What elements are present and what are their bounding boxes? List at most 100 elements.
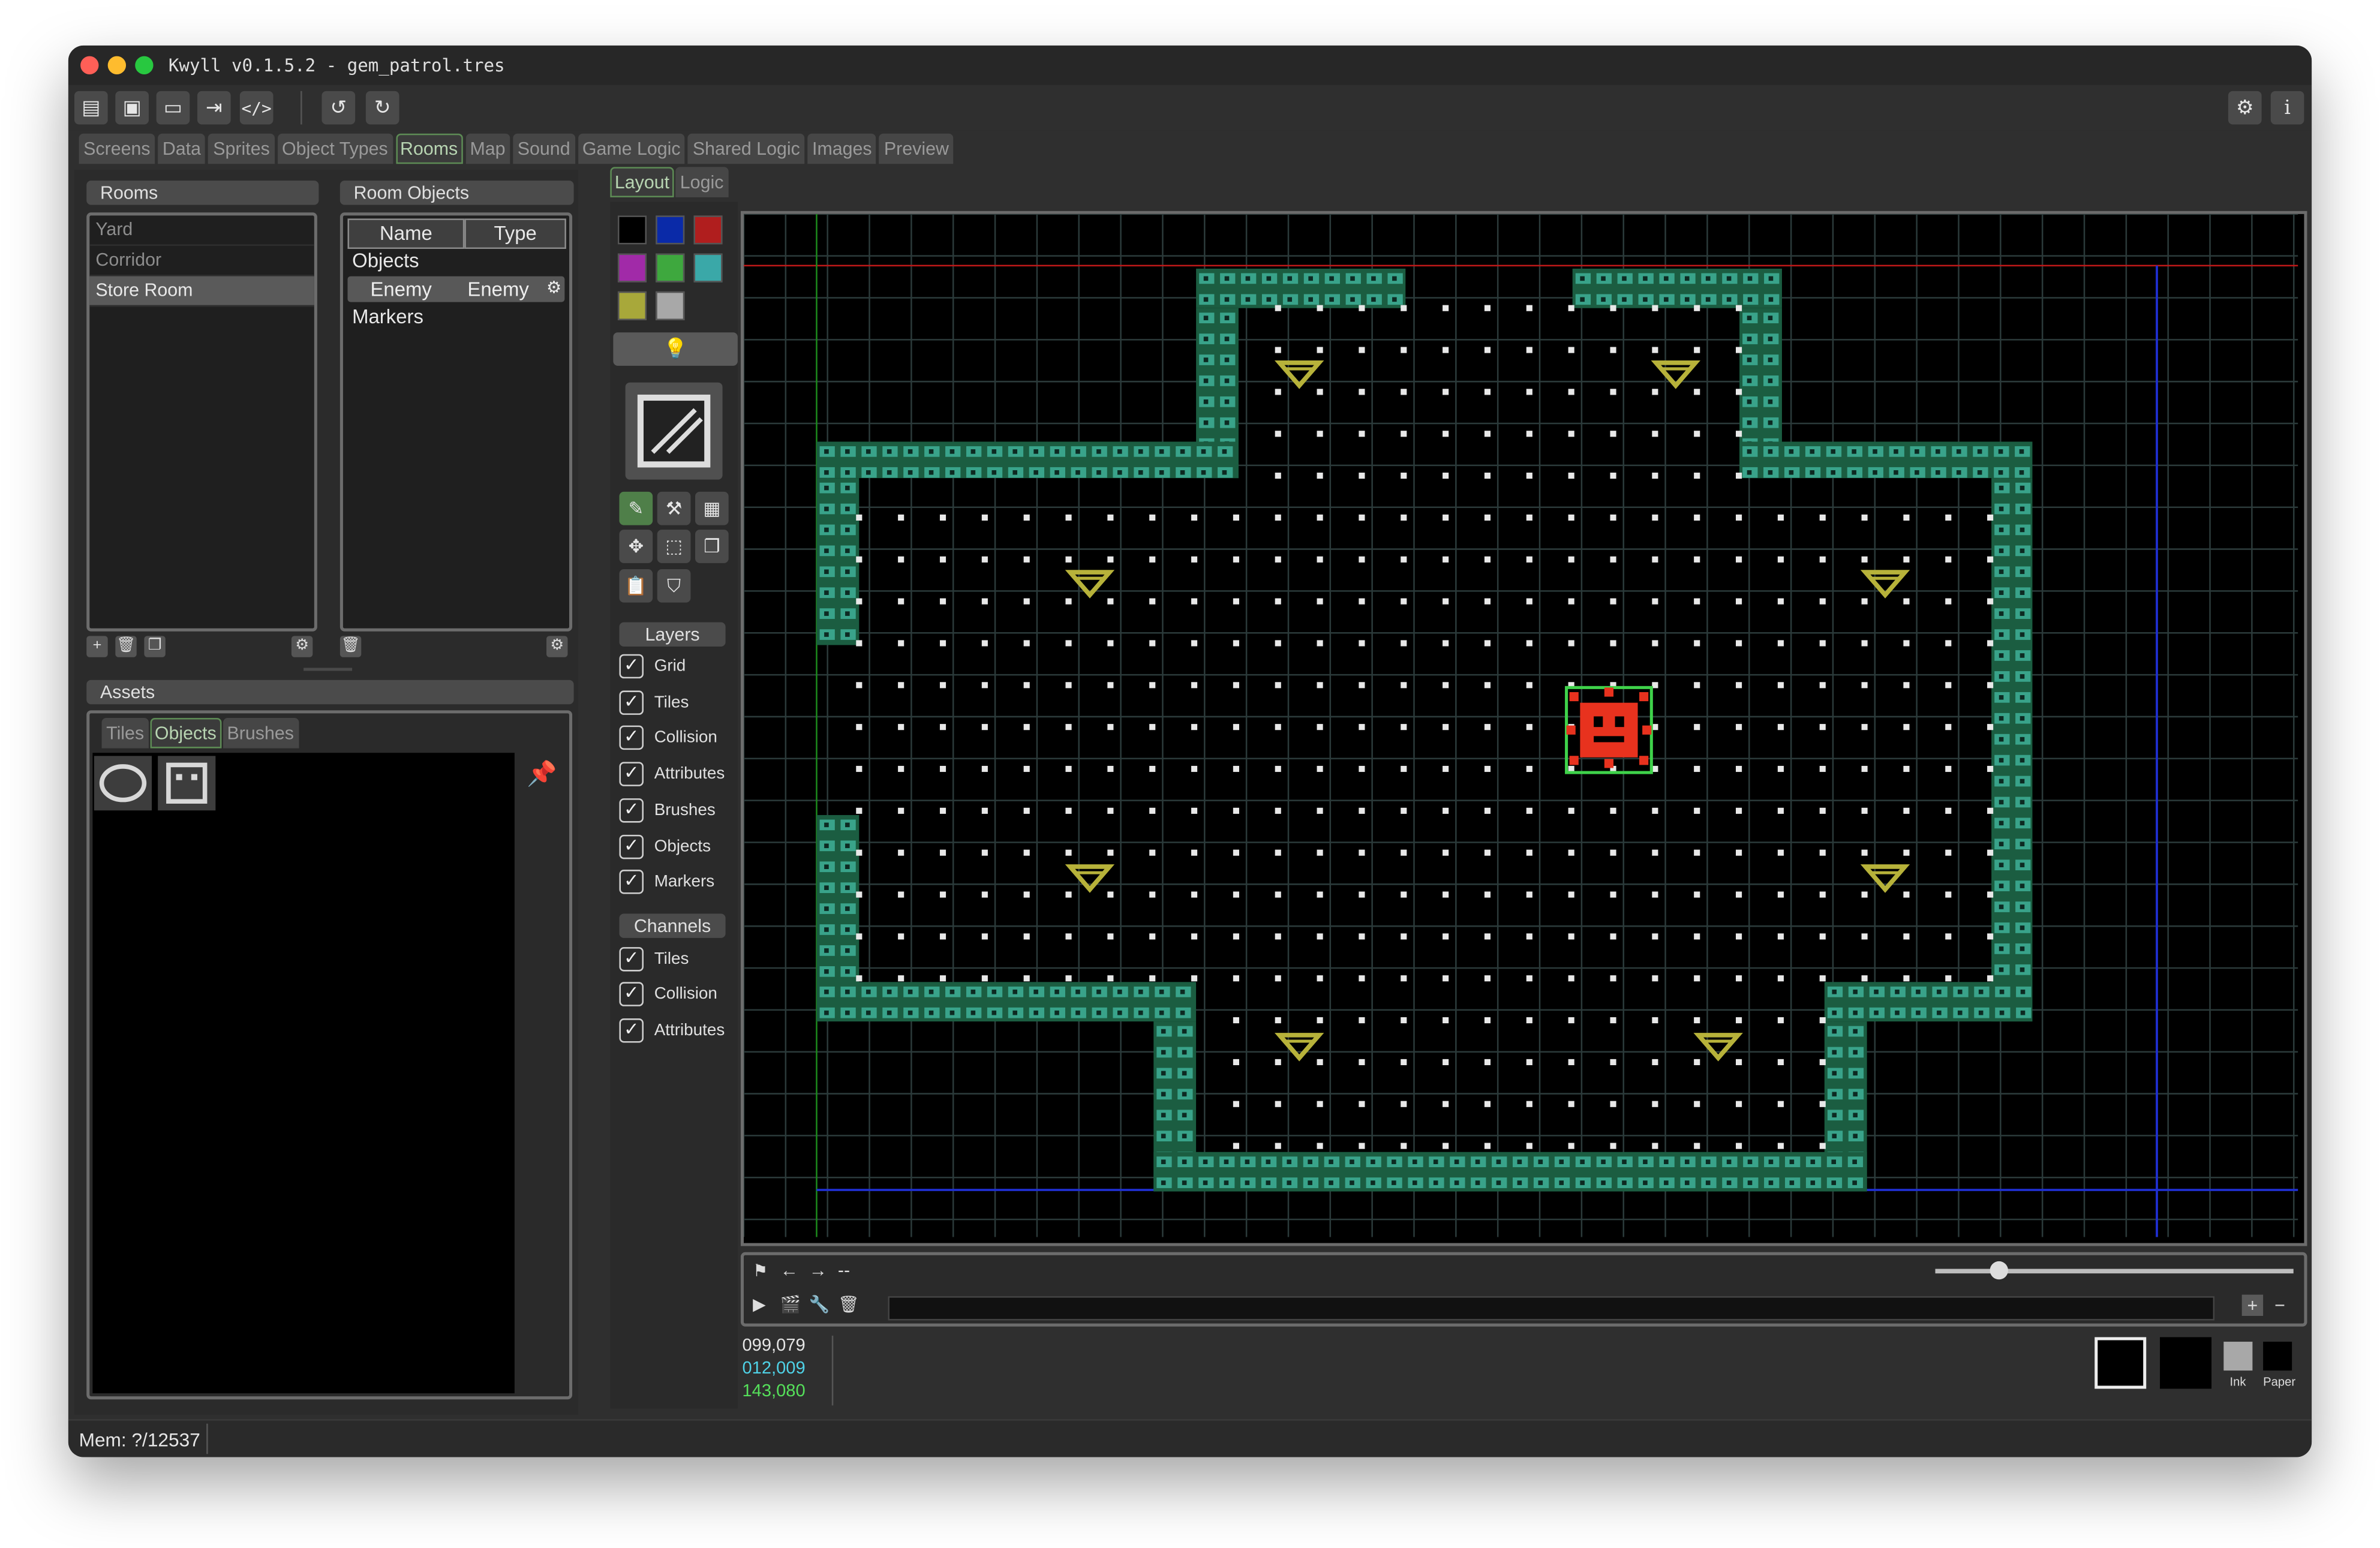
tab-screens[interactable]: Screens (79, 133, 155, 164)
minimize-window-button[interactable] (107, 56, 127, 74)
assets-tab-tiles[interactable]: Tiles (101, 717, 149, 749)
tile-brush-icon[interactable]: ▦ (695, 491, 729, 525)
play-icon[interactable]: ▶ (753, 1295, 765, 1314)
layer-brushes-checkbox[interactable]: ✓ (619, 798, 644, 823)
wall-brick-dot (1012, 470, 1018, 475)
channel-tiles-checkbox[interactable]: ✓ (619, 947, 644, 972)
layer-grid-checkbox[interactable]: ✓ (619, 654, 644, 679)
code-icon[interactable]: </> (239, 91, 274, 125)
timeline-track[interactable] (888, 1296, 2215, 1321)
room-item-store-room[interactable]: Store Room (89, 276, 314, 307)
column-name[interactable]: Name (347, 218, 465, 250)
room-item-yard[interactable]: Yard (89, 215, 314, 246)
wrench-icon[interactable]: 🔧 (809, 1295, 830, 1314)
gear-icon[interactable]: ⚙ (546, 278, 561, 297)
undo-icon[interactable]: ↺ (321, 91, 356, 125)
column-type[interactable]: Type (464, 218, 566, 250)
layer-markers-checkbox[interactable]: ✓ (619, 870, 644, 894)
tab-preview[interactable]: Preview (879, 133, 954, 164)
maximize-window-button[interactable] (135, 56, 154, 74)
tab-sprites[interactable]: Sprites (208, 133, 275, 164)
pencil-tool-icon[interactable]: ✎ (619, 491, 653, 525)
redo-icon[interactable]: ↻ (365, 91, 399, 125)
tab-rooms[interactable]: Rooms (395, 133, 462, 164)
trash-icon[interactable]: 🗑 (838, 1295, 859, 1314)
flag-icon[interactable]: ⚑ (753, 1261, 768, 1281)
group-markers[interactable]: Markers (352, 305, 423, 328)
current-tile-preview[interactable] (625, 382, 723, 480)
stamp-tool-icon[interactable]: ⛉ (657, 569, 691, 603)
paste-tool-icon[interactable]: 📋 (619, 569, 653, 603)
wall-brick-dot (1684, 1159, 1690, 1164)
close-window-button[interactable] (80, 56, 99, 74)
floor-dot (1401, 975, 1407, 982)
paper-color-swatch[interactable] (2263, 1342, 2292, 1371)
object-settings-button[interactable]: ⚙ (546, 636, 568, 657)
new-file-icon[interactable]: ▤ (74, 91, 108, 125)
enemy-object[interactable] (1580, 702, 1638, 758)
tab-logic[interactable]: Logic (675, 167, 728, 197)
color-swatch-red[interactable] (693, 215, 723, 245)
object-row-enemy[interactable]: Enemy Enemy ⚙ (347, 276, 565, 302)
tab-shared-logic[interactable]: Shared Logic (688, 133, 805, 164)
color-swatch-green[interactable] (656, 253, 685, 282)
gem-object[interactable] (1693, 1033, 1743, 1062)
room-item-corridor[interactable]: Corridor (89, 246, 314, 276)
tab-data[interactable]: Data (158, 133, 206, 164)
color-swatch-black[interactable] (617, 215, 647, 245)
tab-sound[interactable]: Sound (513, 133, 575, 164)
assets-tab-objects[interactable]: Objects (150, 717, 221, 749)
floor-dot (1568, 1017, 1574, 1024)
room-settings-button[interactable]: ⚙ (291, 636, 313, 657)
paint-roller-icon[interactable]: ⚒ (657, 491, 691, 525)
color-swatch-magenta[interactable] (617, 253, 647, 282)
gem-object[interactable] (1860, 864, 1910, 893)
tab-object-types[interactable]: Object Types (277, 133, 393, 164)
zoom-slider[interactable] (1935, 1269, 2294, 1274)
info-icon[interactable]: i (2270, 91, 2304, 125)
channel-collision-checkbox[interactable]: ✓ (619, 982, 644, 1006)
color-swatch-yellow[interactable] (617, 291, 647, 320)
gem-object[interactable] (1274, 1033, 1324, 1062)
move-tool-icon[interactable]: ✥ (619, 530, 653, 563)
duplicate-room-button[interactable]: ❐ (144, 636, 166, 657)
color-swatch-blue[interactable] (656, 215, 685, 245)
tab-game-logic[interactable]: Game Logic (578, 133, 686, 164)
secondary-attribute-preview[interactable] (2160, 1337, 2212, 1389)
delete-room-button[interactable]: 🗑 (115, 636, 137, 657)
channel-attributes-checkbox[interactable]: ✓ (619, 1018, 644, 1043)
color-swatch-cyan[interactable] (693, 253, 723, 282)
prev-arrow-icon[interactable]: ← (780, 1260, 798, 1281)
gem-object[interactable] (1065, 864, 1115, 893)
select-tool-icon[interactable]: ⬚ (657, 530, 691, 563)
layer-tiles-checkbox[interactable]: ✓ (619, 690, 644, 715)
splitter-handle[interactable] (303, 668, 353, 671)
zoom-slider-handle[interactable] (1990, 1261, 2008, 1280)
add-room-button[interactable]: + (86, 636, 108, 657)
ink-color-swatch[interactable] (2223, 1342, 2253, 1371)
layer-collision-checkbox[interactable]: ✓ (619, 725, 644, 750)
add-frame-button[interactable]: + (2241, 1294, 2264, 1316)
group-objects[interactable]: Objects (352, 249, 419, 272)
layer-attributes-checkbox[interactable]: ✓ (619, 762, 644, 786)
settings-icon[interactable]: ⚙ (2228, 91, 2262, 125)
remove-frame-button[interactable]: − (2269, 1295, 2290, 1316)
current-attribute-preview[interactable] (2094, 1337, 2147, 1389)
save-icon[interactable]: ▣ (115, 91, 149, 125)
next-arrow-icon[interactable]: → (809, 1260, 827, 1281)
tab-map[interactable]: Map (465, 133, 510, 164)
bright-toggle-button[interactable]: 💡 (613, 332, 738, 366)
open-folder-icon[interactable]: ▭ (156, 91, 190, 125)
color-swatch-white[interactable] (656, 291, 685, 320)
tab-images[interactable]: Images (807, 133, 877, 164)
room-canvas[interactable] (743, 213, 2298, 1237)
floor-dot (1652, 514, 1658, 521)
delete-object-button[interactable]: 🗑 (339, 636, 362, 657)
clapper-icon[interactable]: 🎬 (780, 1295, 801, 1314)
tab-layout[interactable]: Layout (610, 167, 674, 197)
assets-tab-brushes[interactable]: Brushes (222, 717, 299, 749)
export-icon[interactable]: ⇥ (197, 91, 231, 125)
layer-objects-checkbox[interactable]: ✓ (619, 834, 644, 859)
pin-icon[interactable]: 📌 (527, 759, 557, 789)
copy-tool-icon[interactable]: ❐ (695, 530, 729, 563)
